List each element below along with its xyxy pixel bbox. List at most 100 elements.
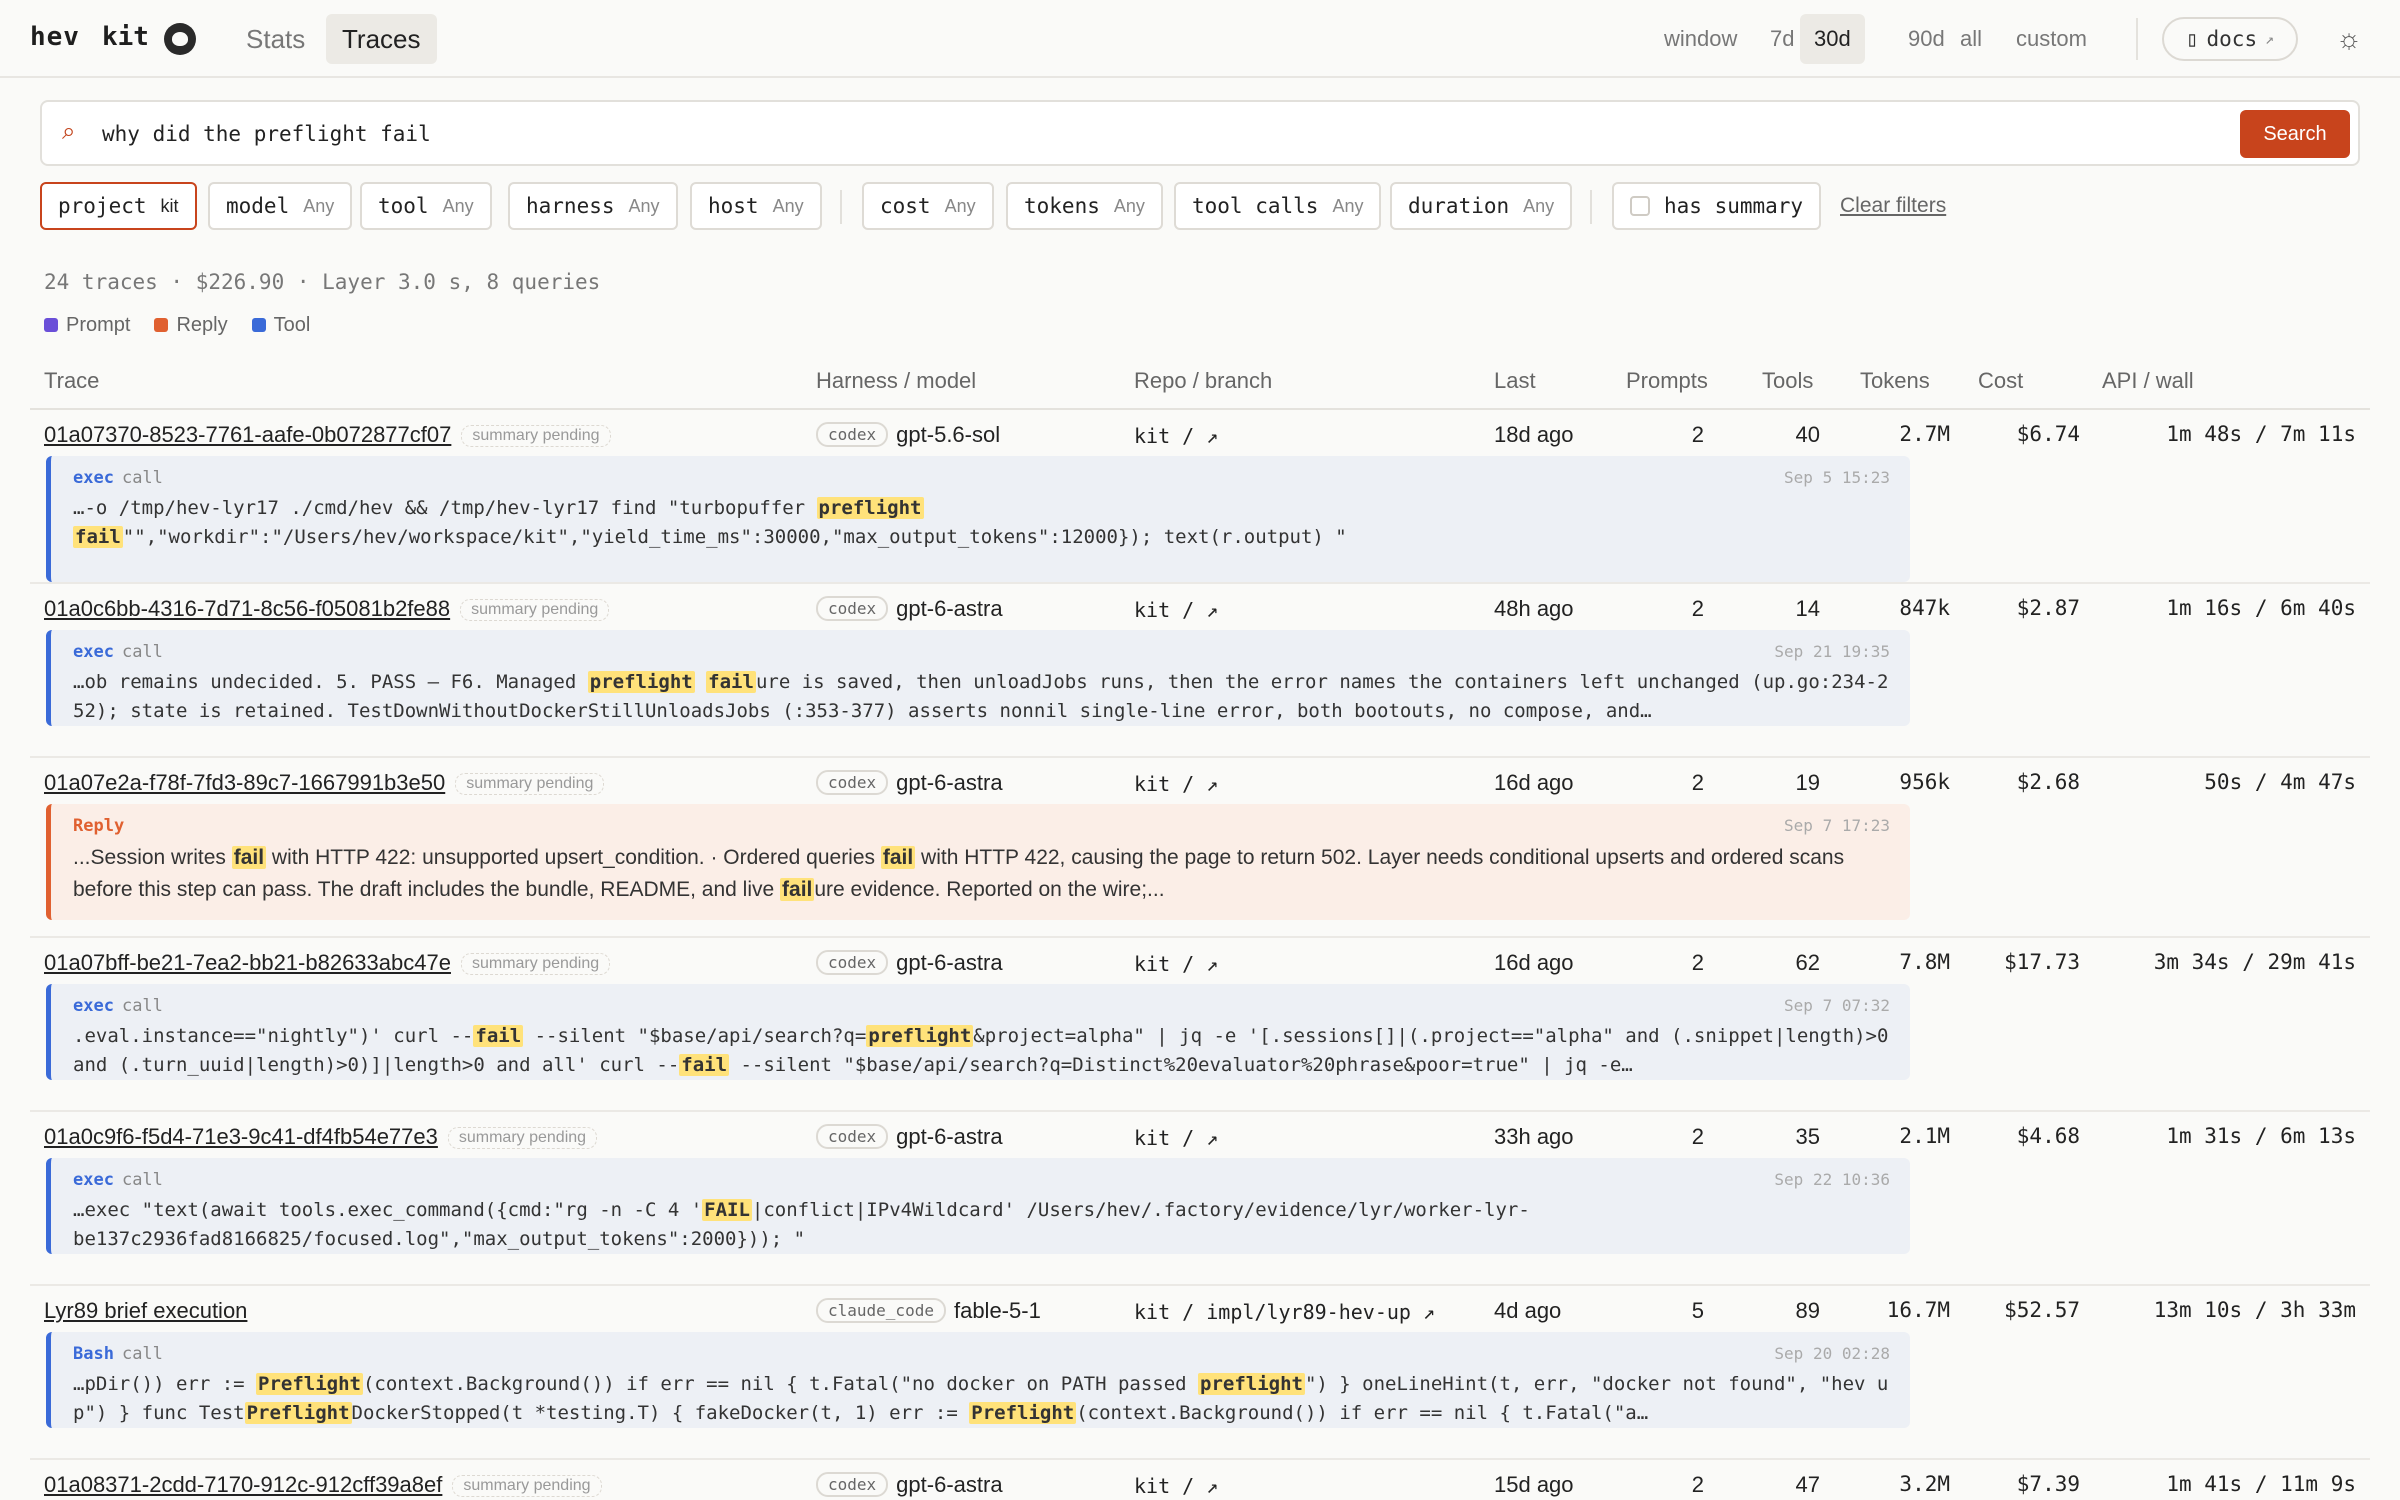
summary-pending-badge: summary pending (460, 953, 611, 975)
trace-link[interactable]: 01a08371-2cdd-7170-912c-912cff39a8ef summ… (44, 1472, 602, 1498)
api-wall-cell: 1m 16s / 6m 40s (2166, 596, 2356, 620)
snippet-timestamp: Sep 22 10:36 (1774, 1170, 1890, 1189)
docs-label: docs (2206, 27, 2258, 51)
repo-branch-link[interactable]: kit / impl/lyr89-hev-up ↗ (1134, 1300, 1435, 1324)
filter-value: Any (944, 195, 976, 216)
repo-branch-link[interactable]: kit / ↗ (1134, 424, 1218, 448)
trace-link[interactable]: 01a07370-8523-7761-aafe-0b072877cf07 summ… (44, 422, 611, 448)
col-repo-branch[interactable]: Repo / branch (1134, 368, 1272, 394)
snippet-kind: exec call (73, 996, 163, 1016)
trace-link[interactable]: 01a07bff-be21-7ea2-bb21-b82633abc47e summ… (44, 950, 611, 976)
col-harness-model[interactable]: Harness / model (816, 368, 976, 394)
harness-model: codex gpt-6-astra (816, 596, 1003, 622)
table-row[interactable]: 01a0c6bb-4316-7d71-8c56-f05081b2fe88 summ… (30, 584, 2370, 758)
window-option-all[interactable]: all (1946, 14, 1996, 64)
has-summary-checkbox[interactable] (1630, 196, 1650, 216)
filter-tool-calls[interactable]: tool calls Any (1174, 182, 1382, 230)
prompts-cell: 5 (1691, 1298, 1704, 1323)
harness-badge: codex (816, 770, 889, 795)
filter-cost[interactable]: cost Any (862, 182, 994, 230)
col-api-wall[interactable]: API / wall (2102, 368, 2194, 394)
tool-call-snippet[interactable]: exec call Sep 5 15:23 …-o /tmp/hev-lyr17 ./… (46, 456, 1910, 582)
match-highlight: preflight (587, 671, 695, 693)
prompts-cell: 2 (1691, 596, 1704, 621)
window-option-custom[interactable]: custom (2002, 14, 2101, 64)
repo-branch-link[interactable]: kit / ↗ (1134, 952, 1218, 976)
sun-icon[interactable]: ☼ (2334, 24, 2364, 54)
match-highlight: preflight (1198, 1373, 1305, 1395)
snippet-subkind: call (121, 996, 163, 1016)
col-last[interactable]: Last (1494, 368, 1536, 394)
tool-call-snippet[interactable]: Bash call Sep 20 02:28 …pDir()) err := Pref… (46, 1332, 1910, 1428)
match-highlight: preflight (816, 497, 924, 519)
tab-traces[interactable]: Traces (326, 14, 437, 64)
prompts-cell: 2 (1691, 1472, 1704, 1497)
search-button[interactable]: Search (2240, 110, 2350, 158)
col-tokens[interactable]: Tokens (1860, 368, 1930, 394)
github-icon[interactable] (164, 23, 196, 55)
tools-cell: 14 (1795, 596, 1820, 621)
filter-project[interactable]: project kit (40, 182, 197, 230)
table-row[interactable]: 01a07370-8523-7761-aafe-0b072877cf07 summ… (30, 410, 2370, 584)
tool-swatch (251, 318, 266, 332)
last-cell: 4d ago (1494, 1298, 1562, 1323)
tool-call-snippet[interactable]: exec call Sep 7 07:32 .eval.instance=="nigh… (46, 984, 1910, 1080)
filter-tokens[interactable]: tokens Any (1006, 182, 1163, 230)
table-row[interactable]: 01a07e2a-f78f-7fd3-89c7-1667991b3e50 summ… (30, 758, 2370, 938)
harness-model: codex gpt-6-astra (816, 1472, 1003, 1498)
filter-key: model (226, 194, 290, 218)
last-cell: 48h ago (1494, 596, 1574, 621)
harness-model: codex gpt-5.6-sol (816, 422, 1000, 448)
table-row[interactable]: 01a08371-2cdd-7170-912c-912cff39a8ef summ… (30, 1460, 2370, 1500)
legend-prompt: Prompt (44, 314, 130, 337)
repo-branch-link[interactable]: kit / ↗ (1134, 1474, 1218, 1498)
docs-button[interactable]: ▯ docs ↗ (2162, 17, 2298, 61)
tool-call-snippet[interactable]: exec call Sep 21 19:35 …ob remains undecide… (46, 630, 1910, 726)
table-row[interactable]: Lyr89 brief execution claude_code fable-5-… (30, 1286, 2370, 1460)
filter-harness[interactable]: harness Any (508, 182, 678, 230)
prompts-cell: 2 (1691, 950, 1704, 975)
col-prompts[interactable]: Prompts (1626, 368, 1708, 394)
api-wall-cell: 13m 10s / 3h 33m (2153, 1298, 2356, 1322)
summary-pending-badge: summary pending (447, 1127, 598, 1149)
table-row[interactable]: 01a0c9f6-f5d4-71e3-9c41-df4fb54e77e3 summ… (30, 1112, 2370, 1286)
filter-value: Any (303, 195, 335, 216)
trace-link[interactable]: 01a07e2a-f78f-7fd3-89c7-1667991b3e50 summ… (44, 770, 605, 796)
project-name[interactable]: kit (102, 22, 149, 52)
trace-link[interactable]: Lyr89 brief execution (44, 1298, 247, 1324)
window-option-30d[interactable]: 30d (1800, 14, 1865, 64)
filter-value: Any (628, 195, 660, 216)
tab-stats[interactable]: Stats (230, 14, 321, 64)
snippet-text: …ob remains undecided. 5. PASS — F6. Man… (73, 671, 1889, 722)
snippet-kind: Bash call (73, 1344, 163, 1364)
col-trace[interactable]: Trace (44, 368, 99, 394)
filter-host[interactable]: host Any (690, 182, 822, 230)
table-row[interactable]: 01a07bff-be21-7ea2-bb21-b82633abc47e summ… (30, 938, 2370, 1112)
harness-badge: codex (816, 1124, 889, 1149)
repo-branch-link[interactable]: kit / ↗ (1134, 772, 1218, 796)
filter-tool[interactable]: tool Any (360, 182, 492, 230)
filter-duration[interactable]: duration Any (1390, 182, 1573, 230)
tool-call-snippet[interactable]: exec call Sep 22 10:36 …exec "text(await to… (46, 1158, 1910, 1254)
trace-link[interactable]: 01a0c6bb-4316-7d71-8c56-f05081b2fe88 summ… (44, 596, 610, 622)
filter-model[interactable]: model Any (208, 182, 353, 230)
model-name: gpt-5.6-sol (896, 422, 1001, 447)
model-name: gpt-6-astra (896, 1124, 1003, 1149)
search-input[interactable] (102, 112, 2202, 156)
cost-cell: $7.39 (2016, 1472, 2080, 1496)
match-highlight: fail (473, 1025, 524, 1047)
match-highlight: FAIL (702, 1199, 752, 1221)
repo-branch-link[interactable]: kit / ↗ (1134, 598, 1218, 622)
filter-has-summary[interactable]: has summary (1612, 182, 1822, 230)
reply-snippet[interactable]: Reply Sep 7 17:23 ...Session writes fail w… (46, 804, 1910, 920)
repo-branch-link[interactable]: kit / ↗ (1134, 1126, 1218, 1150)
clear-filters-link[interactable]: Clear filters (1840, 194, 1946, 218)
snippet-text: …pDir()) err := Preflight (context.Backgr… (73, 1373, 1889, 1424)
col-tools[interactable]: Tools (1762, 368, 1813, 394)
trace-link[interactable]: 01a0c9f6-f5d4-71e3-9c41-df4fb54e77e3 summ… (44, 1124, 598, 1150)
filter-value: Any (772, 195, 804, 216)
filter-value: Any (1523, 195, 1555, 216)
app-logo[interactable]: hev (30, 22, 80, 52)
top-bar: hev kit Stats Traces window 7d 30d 90d a… (0, 0, 2400, 78)
col-cost[interactable]: Cost (1978, 368, 2023, 394)
